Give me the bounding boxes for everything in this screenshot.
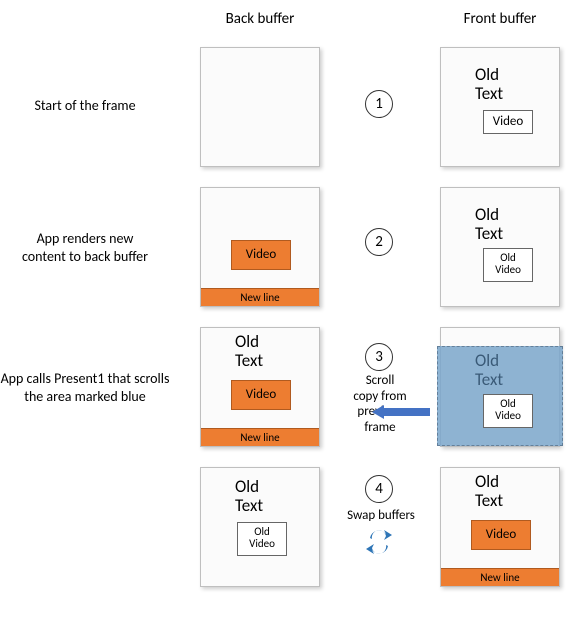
new-line-text: New line bbox=[240, 431, 279, 444]
swap-note: Swap buffers bbox=[336, 508, 426, 524]
old-text-label: Old Text bbox=[475, 473, 503, 510]
front-buffer-step3: Old Text Old Video bbox=[440, 327, 560, 447]
step-num: 4 bbox=[375, 480, 383, 498]
row-label-render: App renders new content to back buffer bbox=[0, 230, 170, 266]
back-buffer-step3: Old Text Video New line bbox=[200, 327, 320, 447]
swap-icon bbox=[364, 528, 394, 563]
front-buffer-step1: Old Text Video bbox=[440, 47, 560, 167]
new-line-text: New line bbox=[240, 291, 279, 304]
back-buffer-step2: Video New line bbox=[200, 187, 320, 307]
note-text: Swap buffers bbox=[347, 508, 415, 523]
video-box: Video bbox=[483, 110, 533, 134]
step-num: 3 bbox=[375, 348, 383, 366]
back-buffer-step1 bbox=[200, 47, 320, 167]
new-line-strip: New line bbox=[201, 428, 319, 446]
header-text: Back buffer bbox=[226, 10, 295, 28]
new-line-strip: New line bbox=[441, 568, 559, 586]
header-front-buffer: Front buffer bbox=[440, 10, 560, 28]
video-text: Video bbox=[246, 247, 277, 262]
video-box-orange: Video bbox=[231, 380, 291, 410]
label-text: App renders new content to back buffer bbox=[22, 230, 148, 265]
new-line-text: New line bbox=[480, 571, 519, 584]
old-text-label: Old Text bbox=[475, 66, 503, 103]
video-text: Video bbox=[493, 114, 524, 129]
step-circle-1: 1 bbox=[365, 90, 393, 118]
step-circle-4: 4 bbox=[365, 475, 393, 503]
header-back-buffer: Back buffer bbox=[200, 10, 320, 28]
video-box-orange: Video bbox=[231, 240, 291, 270]
old-text-label-dim: Old Text bbox=[475, 352, 503, 389]
note-text: Scroll copy from previous frame bbox=[353, 373, 406, 435]
label-text: Start of the frame bbox=[34, 97, 135, 114]
label-text: App calls Present1 that scrolls the area… bbox=[1, 370, 170, 405]
arrow-shaft bbox=[382, 408, 430, 416]
video-text: Video bbox=[246, 387, 277, 402]
old-video-text: Old Video bbox=[495, 397, 521, 422]
front-buffer-step2: Old Text Old Video bbox=[440, 187, 560, 307]
video-box-orange: Video bbox=[471, 520, 531, 550]
old-text-label: Old Text bbox=[475, 206, 503, 243]
old-video-text: Old Video bbox=[249, 525, 275, 550]
old-video-box: Old Video bbox=[237, 522, 287, 556]
front-buffer-step4: Old Text Video New line bbox=[440, 467, 560, 587]
scroll-arrow-icon bbox=[372, 405, 428, 419]
header-text: Front buffer bbox=[464, 10, 537, 28]
old-text-label: Old Text bbox=[235, 478, 263, 515]
row-label-start: Start of the frame bbox=[0, 97, 170, 115]
video-text: Video bbox=[486, 527, 517, 542]
step-num: 1 bbox=[375, 95, 383, 113]
old-video-box: Old Video bbox=[483, 394, 533, 428]
old-video-box: Old Video bbox=[483, 248, 533, 282]
step-num: 2 bbox=[375, 233, 383, 251]
row-label-present: App calls Present1 that scrolls the area… bbox=[0, 370, 170, 406]
step-circle-2: 2 bbox=[365, 228, 393, 256]
back-buffer-step4: Old Text Old Video bbox=[200, 467, 320, 587]
new-line-strip: New line bbox=[201, 288, 319, 306]
old-video-text: Old Video bbox=[495, 251, 521, 276]
step-circle-3: 3 bbox=[365, 343, 393, 371]
old-text-label: Old Text bbox=[235, 333, 263, 370]
